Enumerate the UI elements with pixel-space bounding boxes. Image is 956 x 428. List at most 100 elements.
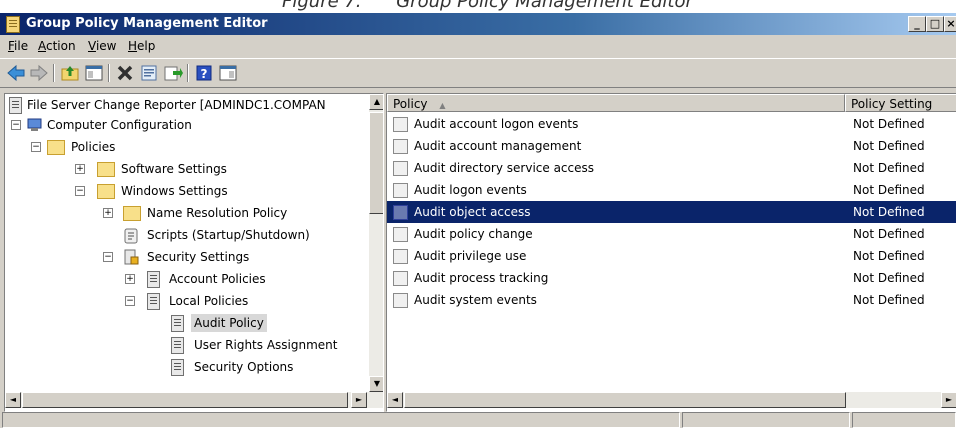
collapse-toggle[interactable]: − — [75, 186, 85, 196]
help-icon[interactable]: ? — [194, 63, 214, 83]
policy-name: Audit account logon events — [414, 117, 579, 131]
scroll-left-button[interactable]: ◄ — [387, 392, 403, 408]
folder-icon — [97, 162, 115, 177]
toolbar-separator — [108, 64, 110, 82]
expand-toggle[interactable]: + — [75, 164, 85, 174]
collapse-toggle[interactable]: − — [103, 252, 113, 262]
figure-caption-text: Figure 7: Group Policy Management Editor — [282, 0, 693, 12]
policy-book-icon — [147, 293, 160, 310]
details-horizontal-scrollbar[interactable]: ◄ ► — [387, 392, 956, 408]
scroll-right-button[interactable]: ► — [351, 392, 367, 408]
folder-icon — [97, 184, 115, 199]
scroll-right-button[interactable]: ► — [941, 392, 956, 408]
policy-setting: Not Defined — [853, 271, 925, 285]
menu-action[interactable]: Action — [38, 39, 76, 53]
minimize-button[interactable]: _ — [908, 16, 926, 32]
menu-view[interactable]: View — [88, 39, 116, 53]
window-title: Group Policy Management Editor — [26, 16, 268, 31]
forward-icon[interactable] — [29, 63, 49, 83]
policy-item-icon — [393, 249, 408, 264]
folder-icon — [123, 206, 141, 221]
policy-row-selected[interactable]: Audit object access Not Defined — [387, 201, 956, 223]
policy-row[interactable]: Audit directory service access Not Defin… — [387, 157, 956, 179]
up-folder-icon[interactable] — [60, 63, 80, 83]
gpo-icon — [9, 97, 22, 114]
tree-label: Scripts (Startup/Shutdown) — [147, 228, 310, 242]
tree-root-label: File Server Change Reporter [ADMINDC1.CO… — [27, 98, 326, 112]
collapse-toggle[interactable]: − — [11, 120, 21, 130]
export-list-icon[interactable] — [163, 63, 183, 83]
menu-bar: File Action View Help — [0, 35, 956, 57]
tree-vertical-scrollbar[interactable]: ▲ ▼ — [369, 94, 383, 392]
tree-label: Local Policies — [169, 294, 249, 308]
tree-label: User Rights Assignment — [194, 338, 338, 352]
policy-row[interactable]: Audit account management Not Defined — [387, 135, 956, 157]
policy-row[interactable]: Audit process tracking Not Defined — [387, 267, 956, 289]
policy-name: Audit process tracking — [414, 271, 549, 285]
policy-setting: Not Defined — [853, 139, 925, 153]
close-button[interactable]: × — [944, 16, 956, 32]
column-header-policy-label: Policy — [393, 97, 428, 111]
menu-action-rest: ction — [46, 39, 76, 53]
scroll-left-button[interactable]: ◄ — [5, 392, 21, 408]
maximize-button[interactable]: □ — [926, 16, 944, 32]
show-hide-tree-icon[interactable] — [84, 63, 104, 83]
policy-setting: Not Defined — [853, 205, 925, 219]
scroll-thumb[interactable] — [404, 392, 846, 408]
policy-setting: Not Defined — [853, 183, 925, 197]
policy-name: Audit privilege use — [414, 249, 527, 263]
column-header-setting-label: Policy Setting — [851, 97, 933, 111]
tree-label: Policies — [71, 140, 116, 154]
console-tree[interactable]: File Server Change Reporter [ADMINDC1.CO… — [4, 93, 384, 412]
scroll-thumb[interactable] — [369, 112, 383, 214]
toolbar: ? — [0, 58, 956, 88]
policy-name: Audit system events — [414, 293, 537, 307]
delete-icon[interactable] — [115, 63, 135, 83]
app-icon — [6, 16, 20, 33]
policy-item-icon — [393, 205, 408, 220]
menu-file-rest: ile — [14, 39, 29, 53]
tree-label: Security Settings — [147, 250, 250, 264]
scroll-up-button[interactable]: ▲ — [369, 94, 383, 110]
policy-name: Audit object access — [414, 205, 531, 219]
policy-row[interactable]: Audit privilege use Not Defined — [387, 245, 956, 267]
menu-view-rest: iew — [95, 39, 117, 53]
show-hide-action-pane-icon[interactable] — [218, 63, 238, 83]
column-header-policy[interactable]: Policy ▲ — [387, 94, 845, 112]
expand-toggle[interactable]: + — [103, 208, 113, 218]
menu-help-accel: H — [128, 39, 138, 53]
policy-row[interactable]: Audit account logon events Not Defined — [387, 113, 956, 135]
expand-toggle[interactable]: + — [125, 274, 135, 284]
policy-row[interactable]: Audit system events Not Defined — [387, 289, 956, 311]
column-header-policy-setting[interactable]: Policy Setting — [845, 94, 956, 112]
tree-label: Name Resolution Policy — [147, 206, 288, 220]
status-bar — [0, 410, 956, 428]
tree-label: Software Settings — [121, 162, 227, 176]
menu-view-accel: V — [88, 39, 96, 53]
folder-icon — [47, 140, 65, 155]
policy-item-icon — [393, 227, 408, 242]
collapse-toggle[interactable]: − — [125, 296, 135, 306]
status-panel — [682, 412, 850, 428]
tree-horizontal-scrollbar[interactable]: ◄ ► — [5, 392, 383, 408]
scroll-thumb[interactable] — [22, 392, 348, 408]
scroll-down-button[interactable]: ▼ — [369, 376, 383, 392]
status-panel — [2, 412, 680, 428]
title-bar[interactable]: Group Policy Management Editor _ □ × — [0, 13, 956, 35]
back-icon[interactable] — [6, 63, 26, 83]
details-pane[interactable]: Policy ▲ Policy Setting Audit account lo… — [386, 93, 956, 412]
policy-name: Audit policy change — [414, 227, 533, 241]
scripts-icon — [123, 228, 139, 249]
security-settings-icon — [123, 249, 139, 270]
collapse-toggle[interactable]: − — [31, 142, 41, 152]
computer-icon — [27, 118, 43, 137]
policy-row[interactable]: Audit policy change Not Defined — [387, 223, 956, 245]
policy-book-icon — [171, 315, 184, 332]
menu-file[interactable]: File — [8, 39, 28, 53]
policy-setting: Not Defined — [853, 249, 925, 263]
policy-row[interactable]: Audit logon events Not Defined — [387, 179, 956, 201]
policy-setting: Not Defined — [853, 161, 925, 175]
status-panel — [852, 412, 956, 428]
properties-icon[interactable] — [139, 63, 159, 83]
menu-help[interactable]: Help — [128, 39, 155, 53]
